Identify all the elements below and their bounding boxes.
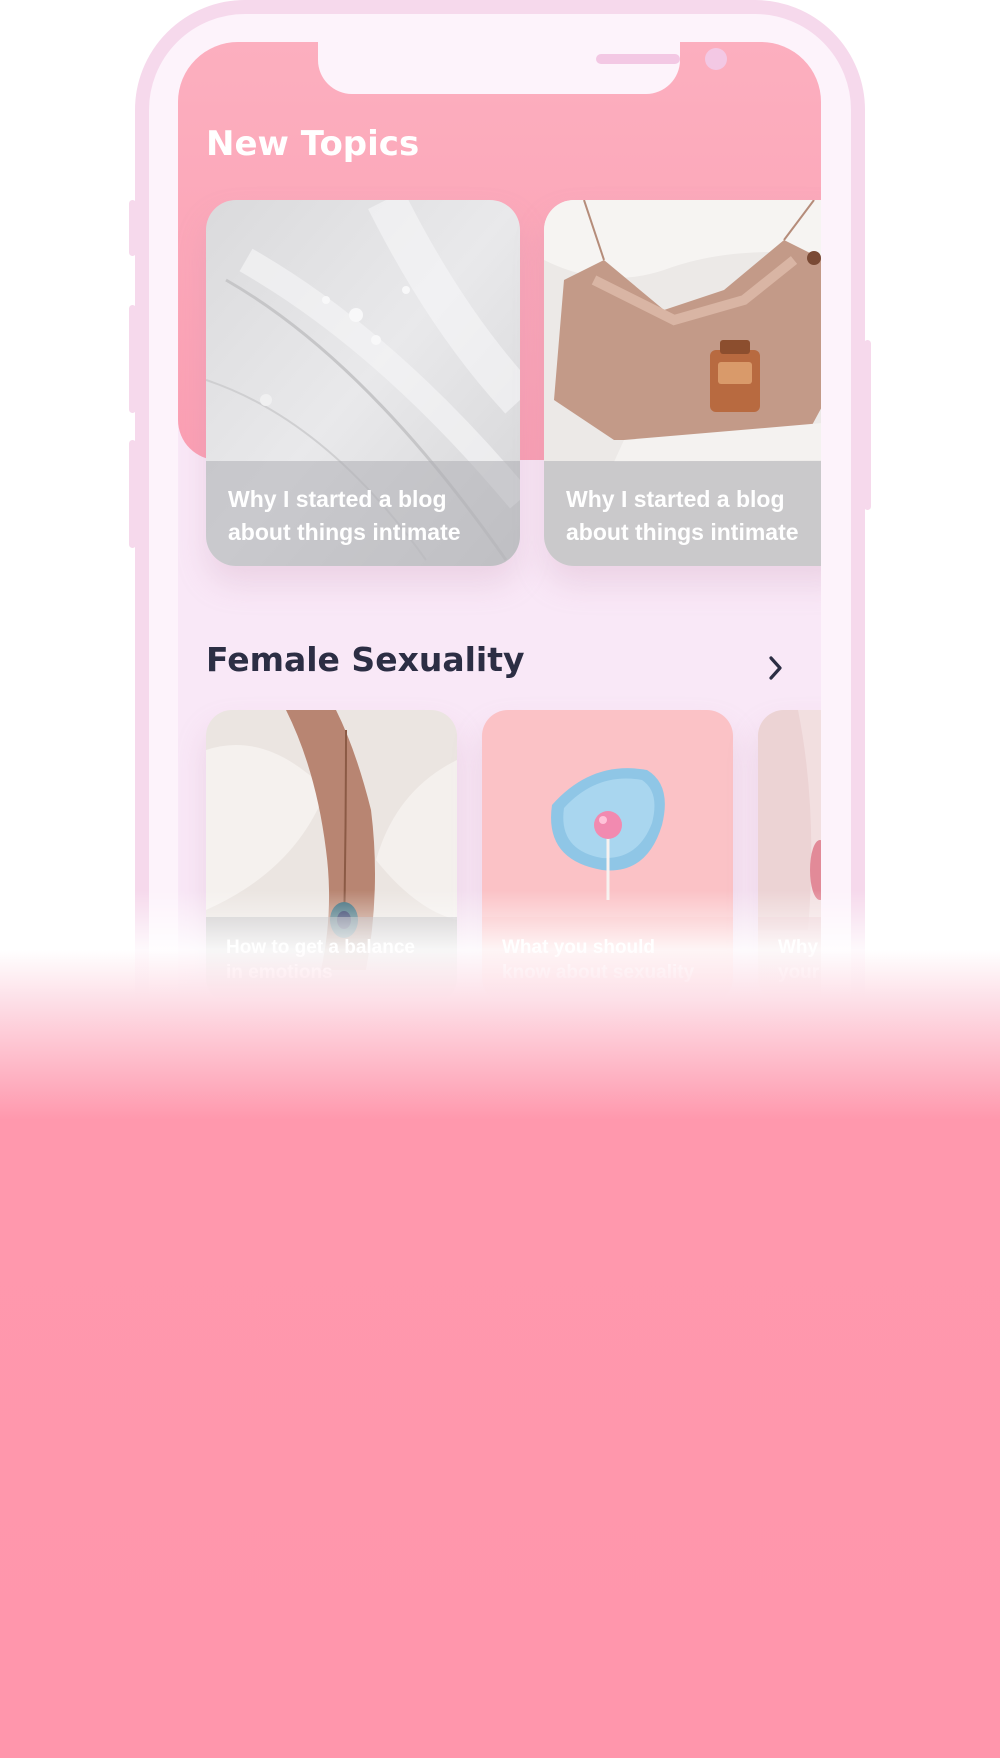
article-card[interactable]: Why your — [758, 710, 821, 1004]
article-card-caption: Why your — [758, 917, 821, 1004]
phone-notch — [318, 42, 727, 94]
caption-line: Why — [778, 937, 819, 958]
caption-line: know about sexuality — [502, 962, 695, 983]
article-card[interactable]: How to get a balance in emotions — [206, 710, 457, 1004]
chevron-right-icon[interactable] — [761, 653, 791, 683]
caption-line: your — [778, 962, 820, 983]
topic-card-caption: Why I started a blog about things intima… — [544, 461, 821, 566]
caption-line: about things intimate — [228, 519, 461, 545]
interesting-about-sex-title: Interesting about Sex — [206, 1078, 611, 1117]
phone-side-button — [129, 440, 136, 548]
speaker-grille — [596, 54, 680, 64]
topic-card-caption: Why I started a blog about things intima… — [206, 461, 520, 566]
caption-line: Why I started a blog — [228, 486, 447, 512]
caption-line: in emotions — [226, 962, 333, 983]
app-screen: New Topics Why I started a blog about th… — [178, 42, 821, 1180]
topic-card[interactable]: Why I started a blog about things intima… — [206, 200, 520, 566]
caption-line: about things intimate — [566, 519, 799, 545]
caption-line: How to get a balance — [226, 937, 415, 958]
article-card-caption: How to get a balance in emotions — [206, 917, 457, 1004]
caption-line: What you should — [502, 937, 656, 958]
chevron-right-icon[interactable] — [761, 1091, 791, 1121]
article-card[interactable]: What you should know about sexuality — [482, 710, 733, 1004]
caption-line: Why I started a blog — [566, 486, 785, 512]
female-sexuality-title: Female Sexuality — [206, 640, 525, 679]
article-card-caption: What you should know about sexuality — [482, 917, 733, 1004]
new-topics-title: New Topics — [206, 124, 420, 164]
phone-side-button — [129, 200, 136, 256]
topic-card[interactable]: Why I started a blog about things intima… — [544, 200, 821, 566]
front-camera — [705, 48, 727, 70]
phone-power-button — [864, 340, 871, 510]
phone-side-button — [129, 305, 136, 413]
